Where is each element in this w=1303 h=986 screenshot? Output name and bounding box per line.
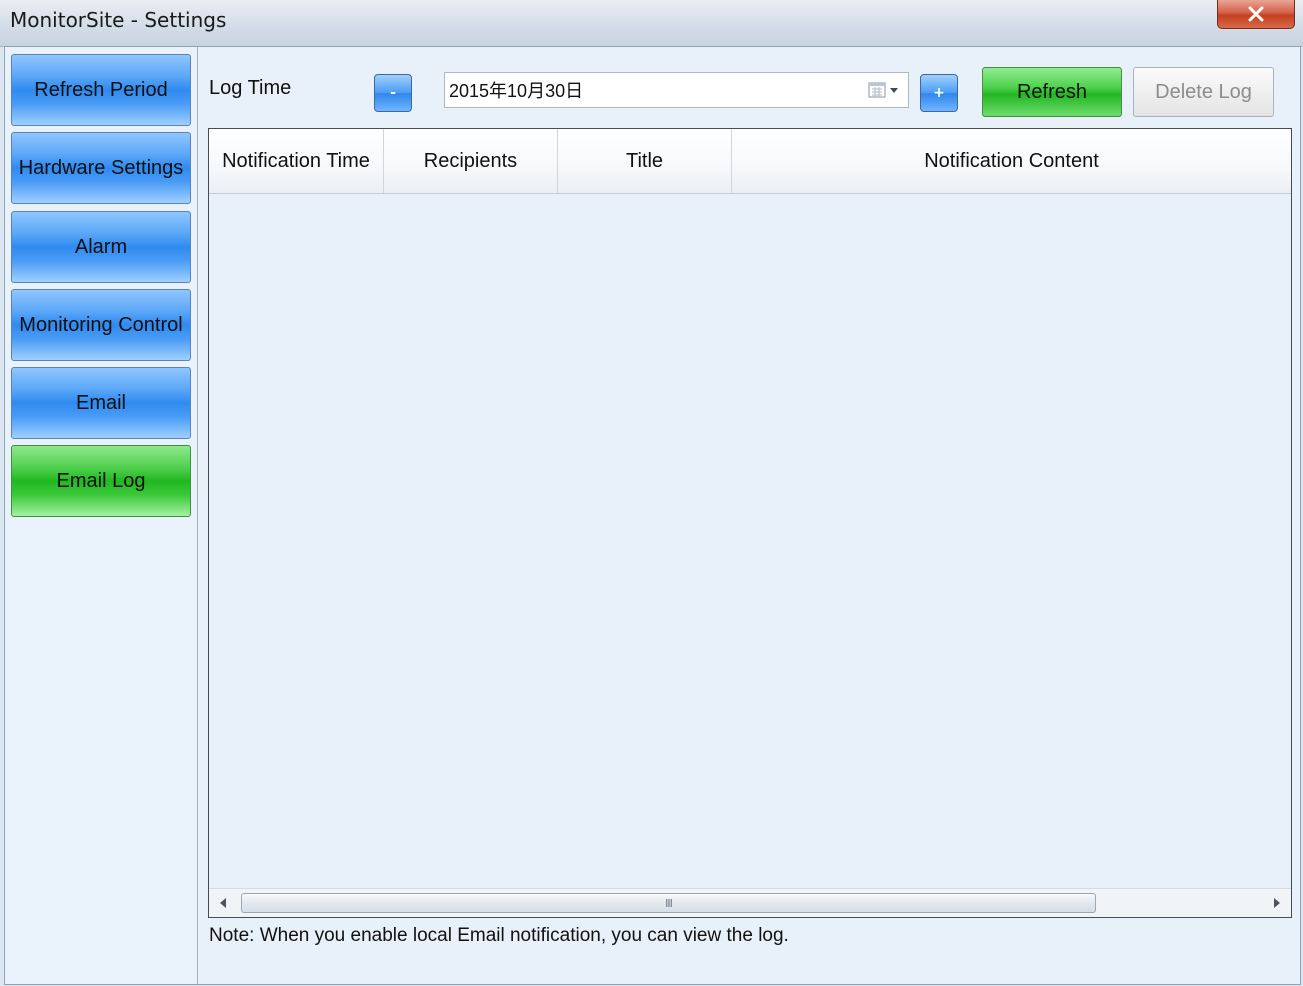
delete-log-button-label: Delete Log — [1155, 80, 1252, 103]
close-icon — [1248, 6, 1264, 22]
chevron-left-icon — [220, 898, 226, 908]
column-header-recipients[interactable]: Recipients — [384, 129, 558, 193]
note-text: Note: When you enable local Email notifi… — [209, 925, 789, 946]
sidebar-item-email[interactable]: Email — [11, 367, 191, 439]
column-header-notification-content[interactable]: Notification Content — [732, 129, 1291, 193]
scroll-thumb[interactable]: III — [241, 893, 1096, 913]
sidebar-item-hardware-settings[interactable]: Hardware Settings — [11, 132, 191, 204]
date-value: 2015年10月30日 — [449, 81, 584, 101]
refresh-button[interactable]: Refresh — [982, 67, 1122, 117]
email-log-table[interactable]: Notification Time Recipients Title Notif… — [208, 128, 1292, 918]
sidebar-item-label: Email — [75, 391, 126, 414]
horizontal-scrollbar[interactable]: III — [209, 888, 1291, 917]
table-header: Notification Time Recipients Title Notif… — [209, 129, 1291, 194]
sidebar-item-alarm[interactable]: Alarm — [11, 211, 191, 283]
minus-icon: - — [390, 85, 396, 101]
calendar-icon — [868, 82, 898, 98]
column-header-title[interactable]: Title — [558, 129, 732, 193]
close-button[interactable] — [1217, 0, 1295, 29]
date-increment-button[interactable]: + — [920, 74, 958, 112]
sidebar-item-refresh-period[interactable]: Refresh Period — [11, 54, 191, 126]
sidebar-item-label: Hardware Settings — [18, 156, 184, 179]
column-header-notification-time[interactable]: Notification Time — [209, 129, 384, 193]
date-picker[interactable]: 2015年10月30日 — [444, 72, 909, 108]
grip-icon: III — [665, 896, 673, 910]
chevron-right-icon — [1274, 898, 1280, 908]
title-bar: MonitorSite - Settings — [0, 0, 1303, 47]
sidebar-item-label: Refresh Period — [34, 78, 168, 101]
calendar-dropdown[interactable] — [862, 73, 908, 107]
sidebar-item-label: Alarm — [74, 235, 128, 258]
sidebar-item-label: Monitoring Control — [19, 313, 183, 336]
scroll-left-button[interactable] — [209, 889, 237, 917]
settings-frame: Refresh Period Hardware Settings Alarm M… — [4, 46, 1301, 985]
sidebar: Refresh Period Hardware Settings Alarm M… — [5, 47, 198, 984]
sidebar-item-monitoring-control[interactable]: Monitoring Control — [11, 289, 191, 361]
plus-icon: + — [933, 85, 945, 101]
scroll-right-button[interactable] — [1263, 889, 1291, 917]
email-log-panel: Log Time - 2015年10月30日 + Refresh Delete … — [198, 47, 1300, 984]
log-time-label: Log Time — [209, 77, 292, 99]
window-title: MonitorSite - Settings — [10, 8, 227, 32]
refresh-button-label: Refresh — [1016, 80, 1088, 103]
date-decrement-button[interactable]: - — [374, 74, 412, 112]
sidebar-item-label: Email Log — [56, 469, 146, 492]
sidebar-item-email-log[interactable]: Email Log — [11, 445, 191, 517]
delete-log-button[interactable]: Delete Log — [1133, 67, 1274, 117]
